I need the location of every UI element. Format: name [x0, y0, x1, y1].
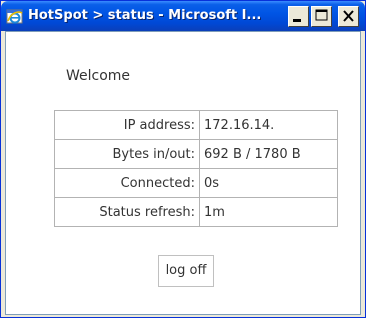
welcome-heading: Welcome — [66, 68, 131, 84]
status-refresh-label: Status refresh: — [54, 197, 200, 227]
status-table: IP address: 172.16.14. Bytes in/out: 692… — [54, 110, 338, 227]
connected-label: Connected: — [54, 168, 200, 198]
bytes-label: Bytes in/out: — [54, 139, 200, 169]
page-content: Welcome IP address: 172.16.14. Bytes in/… — [5, 31, 361, 315]
connected-value: 0s — [199, 168, 338, 198]
title-bar[interactable]: HotSpot > status - Microsoft I... — [1, 1, 365, 31]
close-button[interactable] — [338, 6, 359, 27]
maximize-button[interactable] — [311, 6, 332, 27]
ip-address-value: 172.16.14. — [199, 110, 338, 140]
table-row: Bytes in/out: 692 B / 1780 B — [54, 139, 338, 169]
ip-address-label: IP address: — [54, 110, 200, 140]
status-refresh-value: 1m — [199, 197, 338, 227]
table-row: Connected: 0s — [54, 168, 338, 198]
minimize-button[interactable] — [288, 6, 309, 27]
window-title: HotSpot > status - Microsoft I... — [28, 8, 262, 23]
table-row: IP address: 172.16.14. — [54, 110, 338, 140]
table-row: Status refresh: 1m — [54, 197, 338, 227]
log-off-button[interactable]: log off — [158, 255, 214, 287]
internet-explorer-icon[interactable] — [6, 7, 24, 25]
browser-window: HotSpot > status - Microsoft I... Welcom… — [0, 0, 366, 318]
bytes-value: 692 B / 1780 B — [199, 139, 338, 169]
